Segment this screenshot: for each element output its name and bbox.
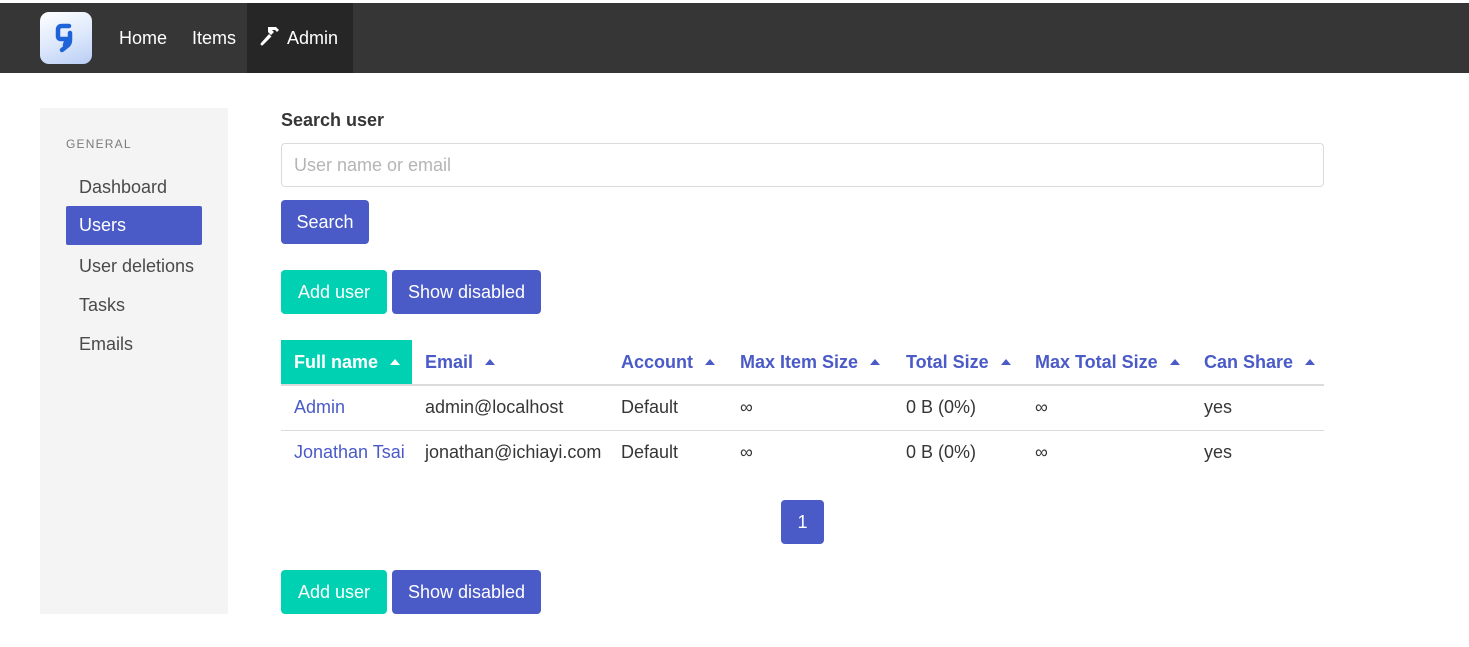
cell-email: admin@localhost (412, 385, 608, 431)
nav-admin[interactable]: Admin (247, 3, 353, 73)
nav-home[interactable]: Home (107, 3, 179, 73)
cell-max-total-size: ∞ (1022, 385, 1191, 431)
sort-up-icon (390, 358, 401, 365)
sort-up-icon (485, 358, 496, 365)
cell-account: Default (608, 385, 727, 431)
sidebar-item-users[interactable]: Users (66, 206, 202, 245)
sort-up-icon (705, 358, 715, 365)
sort-up-icon (870, 358, 881, 365)
cell-account: Default (621, 442, 679, 463)
table-header-row: Full name Email Account Max Item Size To… (281, 340, 1324, 386)
users-table: Full name Email Account Max Item Size To… (281, 340, 1324, 475)
sidebar-section-label: GENERAL (66, 137, 132, 151)
show-disabled-button[interactable]: Show disabled (392, 270, 541, 314)
sidebar-item-tasks[interactable]: Tasks (66, 286, 202, 325)
cell-email: jonathan@ichiayi.com (425, 442, 602, 463)
add-user-button-bottom[interactable]: Add user (281, 570, 387, 614)
column-header-max-total-size[interactable]: Max Total Size (1022, 340, 1191, 386)
cell-can-share: yes (1191, 385, 1324, 431)
sort-up-icon (1305, 358, 1316, 365)
top-navbar: Home Items Admin (0, 3, 1469, 73)
nav-admin-label: Admin (287, 28, 339, 48)
cell-can-share: yes (1204, 442, 1233, 463)
table-row: Jonathan Tsai jonathan@ichiayi.com Defau… (281, 430, 1324, 475)
search-input[interactable] (281, 143, 1324, 187)
hammer-icon (259, 6, 281, 46)
cell-max-item-size: ∞ (740, 442, 753, 463)
table-row: Admin admin@localhost Default ∞ 0 B (0%)… (281, 385, 1324, 431)
column-header-can-share[interactable]: Can Share (1191, 340, 1324, 386)
cell-full-name[interactable]: Jonathan Tsai (281, 430, 412, 475)
user-name-link[interactable]: Jonathan Tsai (294, 442, 405, 462)
nav-items[interactable]: Items (180, 3, 248, 73)
pagination-page-button[interactable]: 1 (781, 500, 824, 544)
sidebar-item-dashboard[interactable]: Dashboard (66, 168, 202, 207)
cell-max-total-size: ∞ (1035, 442, 1048, 463)
column-header-max-item-size[interactable]: Max Item Size (727, 340, 893, 386)
admin-sidebar: GENERAL Dashboard Users User deletions T… (40, 108, 228, 614)
search-user-label: Search user (281, 110, 385, 130)
search-button[interactable]: Search (281, 200, 369, 244)
app-logo-icon[interactable] (40, 12, 92, 64)
cell-full-name[interactable]: Admin (281, 385, 412, 431)
column-header-total-size[interactable]: Total Size (893, 340, 1022, 386)
cell-total-size: 0 B (0%) (893, 385, 1022, 431)
show-disabled-button-bottom[interactable]: Show disabled (392, 570, 541, 614)
add-user-button[interactable]: Add user (281, 270, 387, 314)
column-header-account[interactable]: Account (608, 340, 727, 386)
cell-max-item-size: ∞ (727, 385, 893, 431)
sort-up-icon (1000, 358, 1011, 365)
column-header-full-name[interactable]: Full name (281, 340, 412, 386)
sidebar-item-emails[interactable]: Emails (66, 325, 202, 364)
cell-total-size: 0 B (0%) (906, 442, 977, 463)
sidebar-item-user-deletions[interactable]: User deletions (66, 247, 202, 286)
user-name-link[interactable]: Admin (294, 397, 345, 417)
column-header-email[interactable]: Email (412, 340, 608, 386)
sort-up-icon (1169, 358, 1180, 365)
